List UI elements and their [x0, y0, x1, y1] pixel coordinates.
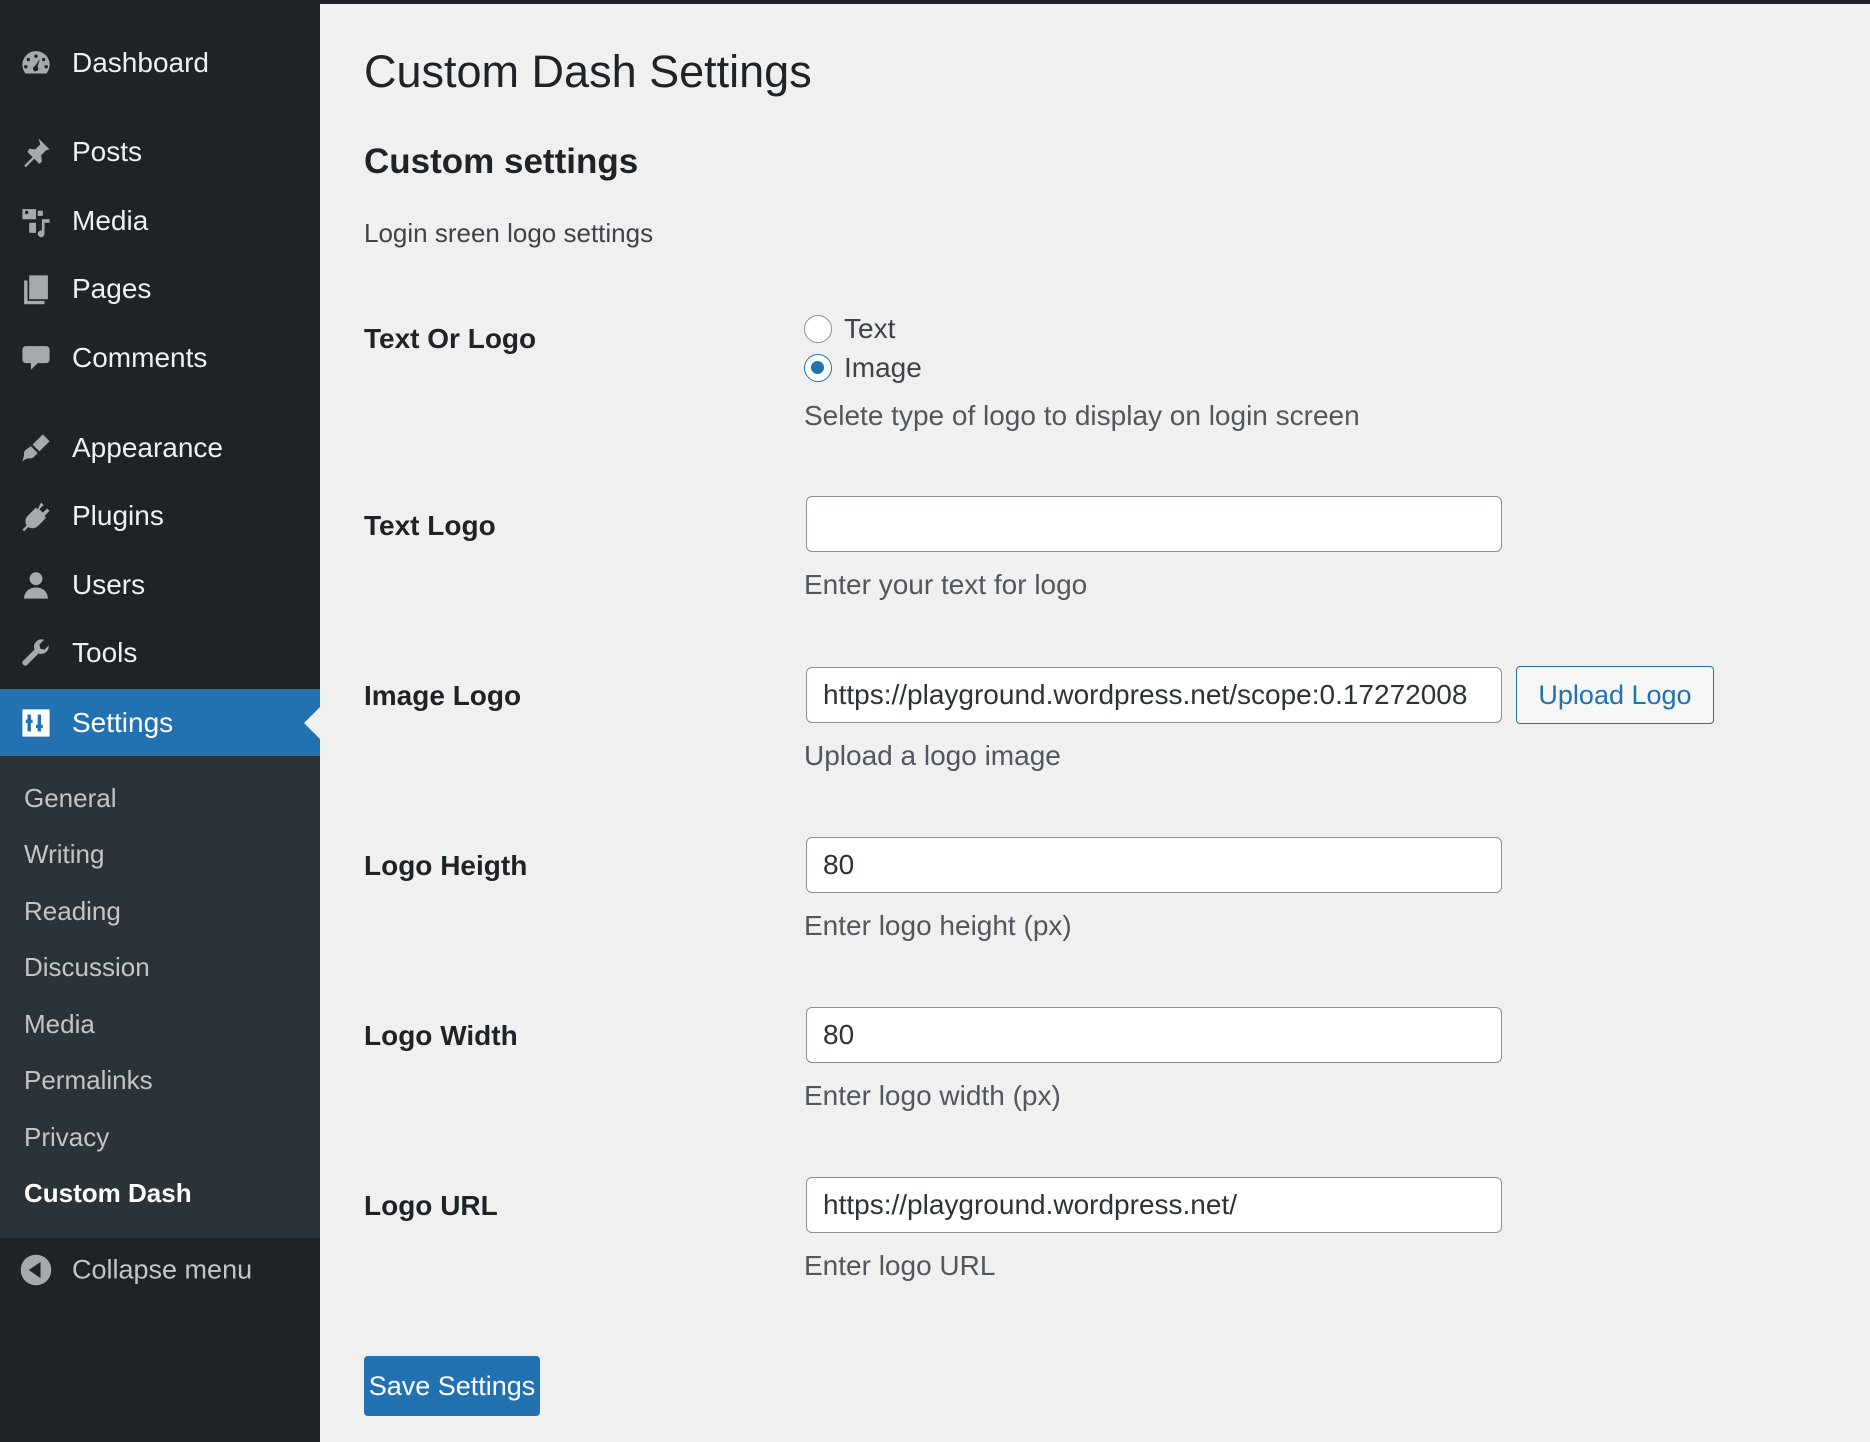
- radio-option-text[interactable]: Text: [804, 311, 895, 347]
- sidebar-item-label: Users: [72, 569, 146, 600]
- settings-icon: [18, 705, 54, 741]
- collapse-menu-label: Collapse menu: [72, 1254, 253, 1285]
- logo-height-label: Logo Heigth: [364, 850, 528, 881]
- radio-label-text: Text: [844, 313, 896, 344]
- submenu-item-media[interactable]: Media: [24, 1004, 95, 1044]
- page-title: Custom Dash Settings: [364, 46, 812, 97]
- settings-submenu: General Writing Reading Discussion Media…: [0, 756, 320, 1238]
- wrench-icon: [18, 635, 54, 671]
- image-radio[interactable]: [804, 354, 832, 382]
- text-radio[interactable]: [804, 315, 832, 343]
- submenu-item-general[interactable]: General: [24, 778, 117, 818]
- media-icon: [18, 203, 54, 239]
- sidebar-item-label: Plugins: [72, 500, 164, 531]
- admin-sidebar: Dashboard Posts Media Pages Comments App…: [0, 0, 320, 1442]
- submenu-item-privacy[interactable]: Privacy: [24, 1117, 109, 1157]
- paintbrush-icon: [18, 430, 54, 466]
- upload-logo-button[interactable]: Upload Logo: [1516, 666, 1714, 724]
- sidebar-item-dashboard[interactable]: Dashboard: [0, 30, 320, 96]
- text-logo-description: Enter your text for logo: [804, 569, 1088, 600]
- sidebar-item-plugins[interactable]: Plugins: [0, 483, 320, 549]
- section-description: Login sreen logo settings: [364, 218, 654, 248]
- sidebar-item-label: Comments: [72, 342, 208, 373]
- image-logo-url-input[interactable]: [806, 667, 1502, 723]
- submenu-item-permalinks[interactable]: Permalinks: [24, 1060, 153, 1100]
- submenu-item-reading[interactable]: Reading: [24, 891, 121, 931]
- sidebar-item-label: Posts: [72, 136, 143, 167]
- text-logo-label: Text Logo: [364, 510, 496, 541]
- text-logo-input[interactable]: [806, 496, 1502, 552]
- sidebar-item-comments[interactable]: Comments: [0, 325, 320, 391]
- sidebar-item-settings[interactable]: Settings: [0, 689, 320, 756]
- sidebar-item-pages[interactable]: Pages: [0, 256, 320, 322]
- sidebar-item-users[interactable]: Users: [0, 552, 320, 618]
- sidebar-item-appearance[interactable]: Appearance: [0, 415, 320, 481]
- sidebar-item-label: Settings: [72, 706, 174, 738]
- image-logo-description: Upload a logo image: [804, 740, 1061, 771]
- logo-width-label: Logo Width: [364, 1020, 518, 1051]
- sidebar-item-label: Tools: [72, 637, 138, 668]
- dashboard-icon: [18, 45, 54, 81]
- section-title: Custom settings: [364, 142, 639, 181]
- comment-icon: [18, 340, 54, 376]
- sidebar-item-posts[interactable]: Posts: [0, 119, 320, 185]
- submenu-item-writing[interactable]: Writing: [24, 834, 104, 874]
- user-icon: [18, 567, 54, 603]
- logo-width-description: Enter logo width (px): [804, 1080, 1061, 1111]
- pages-icon: [18, 271, 54, 307]
- radio-option-image[interactable]: Image: [804, 350, 922, 386]
- logo-url-input[interactable]: [806, 1177, 1502, 1233]
- pushpin-icon: [18, 134, 54, 170]
- logo-width-input[interactable]: [806, 1007, 1502, 1063]
- save-settings-button[interactable]: Save Settings: [364, 1356, 540, 1416]
- sidebar-item-label: Dashboard: [72, 47, 209, 78]
- text-or-logo-label: Text Or Logo: [364, 323, 537, 354]
- settings-page: Custom Dash Settings Custom settings Log…: [320, 0, 1870, 1442]
- text-or-logo-description: Selete type of logo to display on login …: [804, 400, 1360, 431]
- logo-url-label: Logo URL: [364, 1190, 498, 1221]
- plugin-icon: [18, 498, 54, 534]
- sidebar-item-label: Appearance: [72, 432, 224, 463]
- collapse-menu-button[interactable]: Collapse menu: [0, 1240, 320, 1300]
- radio-label-image: Image: [844, 352, 922, 383]
- logo-height-input[interactable]: [806, 837, 1502, 893]
- logo-url-description: Enter logo URL: [804, 1250, 996, 1281]
- active-indicator-arrow: [304, 706, 320, 739]
- sidebar-item-media[interactable]: Media: [0, 188, 320, 254]
- submenu-item-custom-dash[interactable]: Custom Dash: [24, 1173, 192, 1213]
- image-logo-label: Image Logo: [364, 680, 522, 711]
- sidebar-item-label: Pages: [72, 273, 152, 304]
- collapse-arrow-icon: [18, 1252, 54, 1288]
- logo-height-description: Enter logo height (px): [804, 910, 1072, 941]
- submenu-item-discussion[interactable]: Discussion: [24, 947, 150, 987]
- sidebar-item-tools[interactable]: Tools: [0, 620, 320, 686]
- sidebar-item-label: Media: [72, 205, 149, 236]
